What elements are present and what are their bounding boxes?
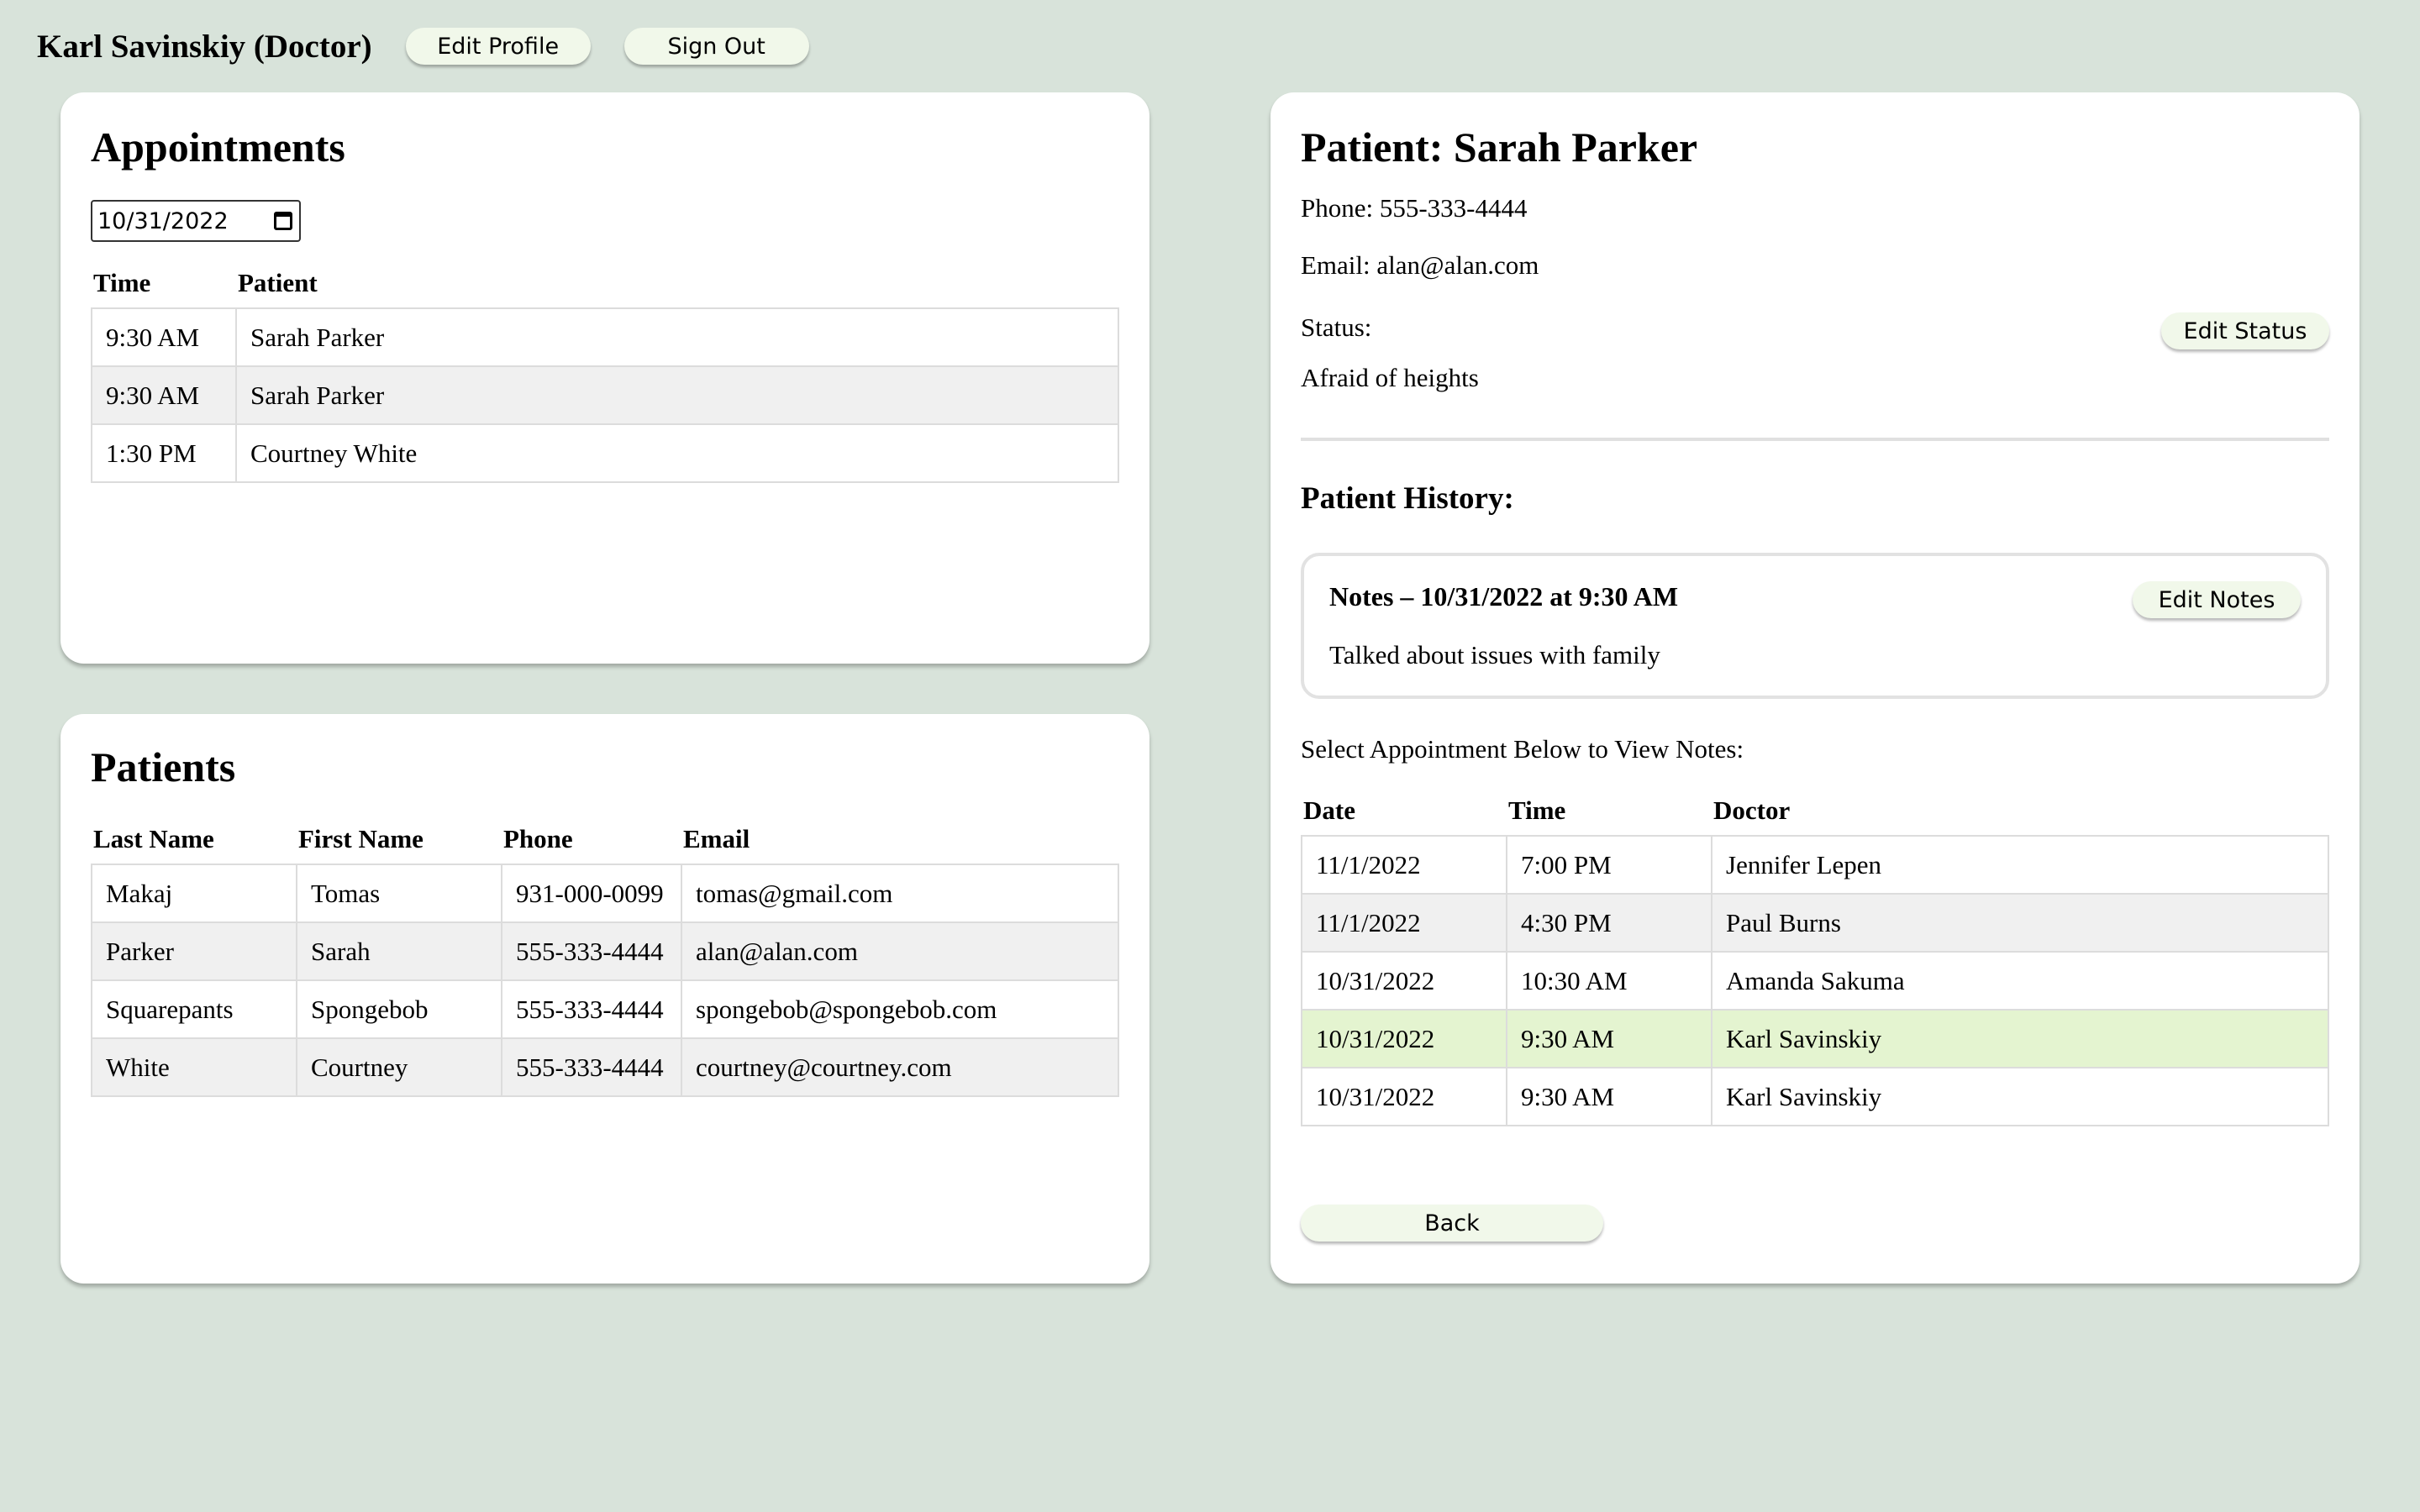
patients-title: Patients <box>91 743 236 790</box>
column-header-doctor: Doctor <box>1713 795 1791 825</box>
appointment-row[interactable]: 1:30 PM Courtney White <box>91 423 1119 483</box>
patient-name-title: Patient: Sarah Parker <box>1301 123 1698 171</box>
table-cell: spongebob@spongebob.com <box>681 979 1119 1039</box>
table-cell: Paul Burns <box>1711 893 2329 953</box>
patient-row[interactable]: White Courtney 555-333-4444 courtney@courtn… <box>91 1037 1119 1097</box>
table-cell: alan@alan.com <box>681 921 1119 981</box>
table-cell: Courtney White <box>235 423 1119 483</box>
status-label: Status: <box>1301 312 1372 342</box>
appointment-row[interactable]: 9:30 AM Sarah Parker <box>91 365 1119 425</box>
calendar-icon[interactable] <box>274 212 292 230</box>
table-cell: 9:30 AM <box>1506 1067 1712 1126</box>
table-cell: 10/31/2022 <box>1301 1009 1507 1068</box>
table-cell: Squarepants <box>91 979 297 1039</box>
patient-detail-card: Patient: Sarah Parker Phone: 555-333-444… <box>1270 92 2360 1284</box>
table-cell: 9:30 AM <box>1506 1009 1712 1068</box>
appointment-row[interactable]: 9:30 AM Sarah Parker <box>91 307 1119 367</box>
history-row[interactable]: 10/31/2022 9:30 AM Karl Savinskiy <box>1301 1067 2329 1126</box>
table-cell: Courtney <box>296 1037 502 1097</box>
status-value: Afraid of heights <box>1301 363 1479 392</box>
patients-table: Last Name First Name Phone Email Makaj To… <box>91 815 1119 1097</box>
column-header-email: Email <box>683 824 750 853</box>
edit-status-button[interactable]: Edit Status <box>2161 312 2329 349</box>
table-cell: tomas@gmail.com <box>681 864 1119 923</box>
history-row[interactable]: 10/31/2022 9:30 AM Karl Savinskiy <box>1301 1009 2329 1068</box>
table-cell: Jennifer Lepen <box>1711 835 2329 895</box>
edit-notes-button[interactable]: Edit Notes <box>2133 581 2301 618</box>
table-cell: Parker <box>91 921 297 981</box>
appointments-title: Appointments <box>91 123 345 171</box>
column-header-last-name: Last Name <box>93 824 214 853</box>
appointments-card: Appointments 10/31/2022 Time Patient 9:3… <box>60 92 1150 664</box>
table-cell: 10/31/2022 <box>1301 1067 1507 1126</box>
appointments-table: Time Patient 9:30 AM Sarah Parker 9:30 AM S… <box>91 259 1119 483</box>
select-appointment-prompt: Select Appointment Below to View Notes: <box>1301 734 1744 764</box>
column-header-time: Time <box>1508 795 1566 825</box>
table-cell: 1:30 PM <box>91 423 237 483</box>
notes-panel: Notes – 10/31/2022 at 9:30 AM Edit Notes… <box>1301 553 2329 699</box>
notes-heading: Notes – 10/31/2022 at 9:30 AM <box>1329 581 1679 612</box>
history-row[interactable]: 11/1/2022 4:30 PM Paul Burns <box>1301 893 2329 953</box>
table-cell: 555-333-4444 <box>501 979 682 1039</box>
table-cell: 931-000-0099 <box>501 864 682 923</box>
patients-card: Patients Last Name First Name Phone Emai… <box>60 714 1150 1284</box>
table-cell: Sarah Parker <box>235 307 1119 367</box>
patient-phone: Phone: 555-333-4444 <box>1301 193 1528 223</box>
table-cell: 555-333-4444 <box>501 1037 682 1097</box>
column-header-date: Date <box>1303 795 1355 825</box>
patient-row[interactable]: Parker Sarah 555-333-4444 alan@alan.com <box>91 921 1119 981</box>
table-cell: Karl Savinskiy <box>1711 1067 2329 1126</box>
table-cell: Spongebob <box>296 979 502 1039</box>
notes-text: Talked about issues with family <box>1329 640 1660 669</box>
table-cell: courtney@courtney.com <box>681 1037 1119 1097</box>
table-cell: Amanda Sakuma <box>1711 951 2329 1011</box>
table-cell: Sarah Parker <box>235 365 1119 425</box>
table-cell: Makaj <box>91 864 297 923</box>
table-cell: Tomas <box>296 864 502 923</box>
table-cell: 7:00 PM <box>1506 835 1712 895</box>
user-title: Karl Savinskiy (Doctor) <box>37 28 372 65</box>
table-cell: 9:30 AM <box>91 365 237 425</box>
table-cell: 9:30 AM <box>91 307 237 367</box>
table-cell: Sarah <box>296 921 502 981</box>
table-cell: 4:30 PM <box>1506 893 1712 953</box>
edit-profile-button[interactable]: Edit Profile <box>405 28 591 65</box>
sign-out-button[interactable]: Sign Out <box>623 28 809 65</box>
table-cell: 11/1/2022 <box>1301 893 1507 953</box>
table-cell: 555-333-4444 <box>501 921 682 981</box>
history-row[interactable]: 11/1/2022 7:00 PM Jennifer Lepen <box>1301 835 2329 895</box>
table-cell: 10/31/2022 <box>1301 951 1507 1011</box>
column-header-patient: Patient <box>238 268 318 297</box>
history-row[interactable]: 10/31/2022 10:30 AM Amanda Sakuma <box>1301 951 2329 1011</box>
section-divider <box>1301 438 2329 441</box>
date-value: 10/31/2022 <box>97 207 229 234</box>
column-header-phone: Phone <box>503 824 573 853</box>
column-header-first-name: First Name <box>298 824 424 853</box>
patient-email: Email: alan@alan.com <box>1301 250 1539 280</box>
patient-history-title: Patient History: <box>1301 481 1514 516</box>
back-button[interactable]: Back <box>1301 1205 1603 1242</box>
table-cell: White <box>91 1037 297 1097</box>
table-cell: Karl Savinskiy <box>1711 1009 2329 1068</box>
column-header-time: Time <box>93 268 151 297</box>
table-cell: 10:30 AM <box>1506 951 1712 1011</box>
patient-row[interactable]: Makaj Tomas 931-000-0099 tomas@gmail.com <box>91 864 1119 923</box>
top-header: Karl Savinskiy (Doctor) Edit Profile Sig… <box>37 25 809 67</box>
patient-history-table: Date Time Doctor 11/1/2022 7:00 PM Jennife… <box>1301 786 2329 1126</box>
table-cell: 11/1/2022 <box>1301 835 1507 895</box>
patient-row[interactable]: Squarepants Spongebob 555-333-4444 spongebo… <box>91 979 1119 1039</box>
appointment-date-input[interactable]: 10/31/2022 <box>91 200 301 242</box>
